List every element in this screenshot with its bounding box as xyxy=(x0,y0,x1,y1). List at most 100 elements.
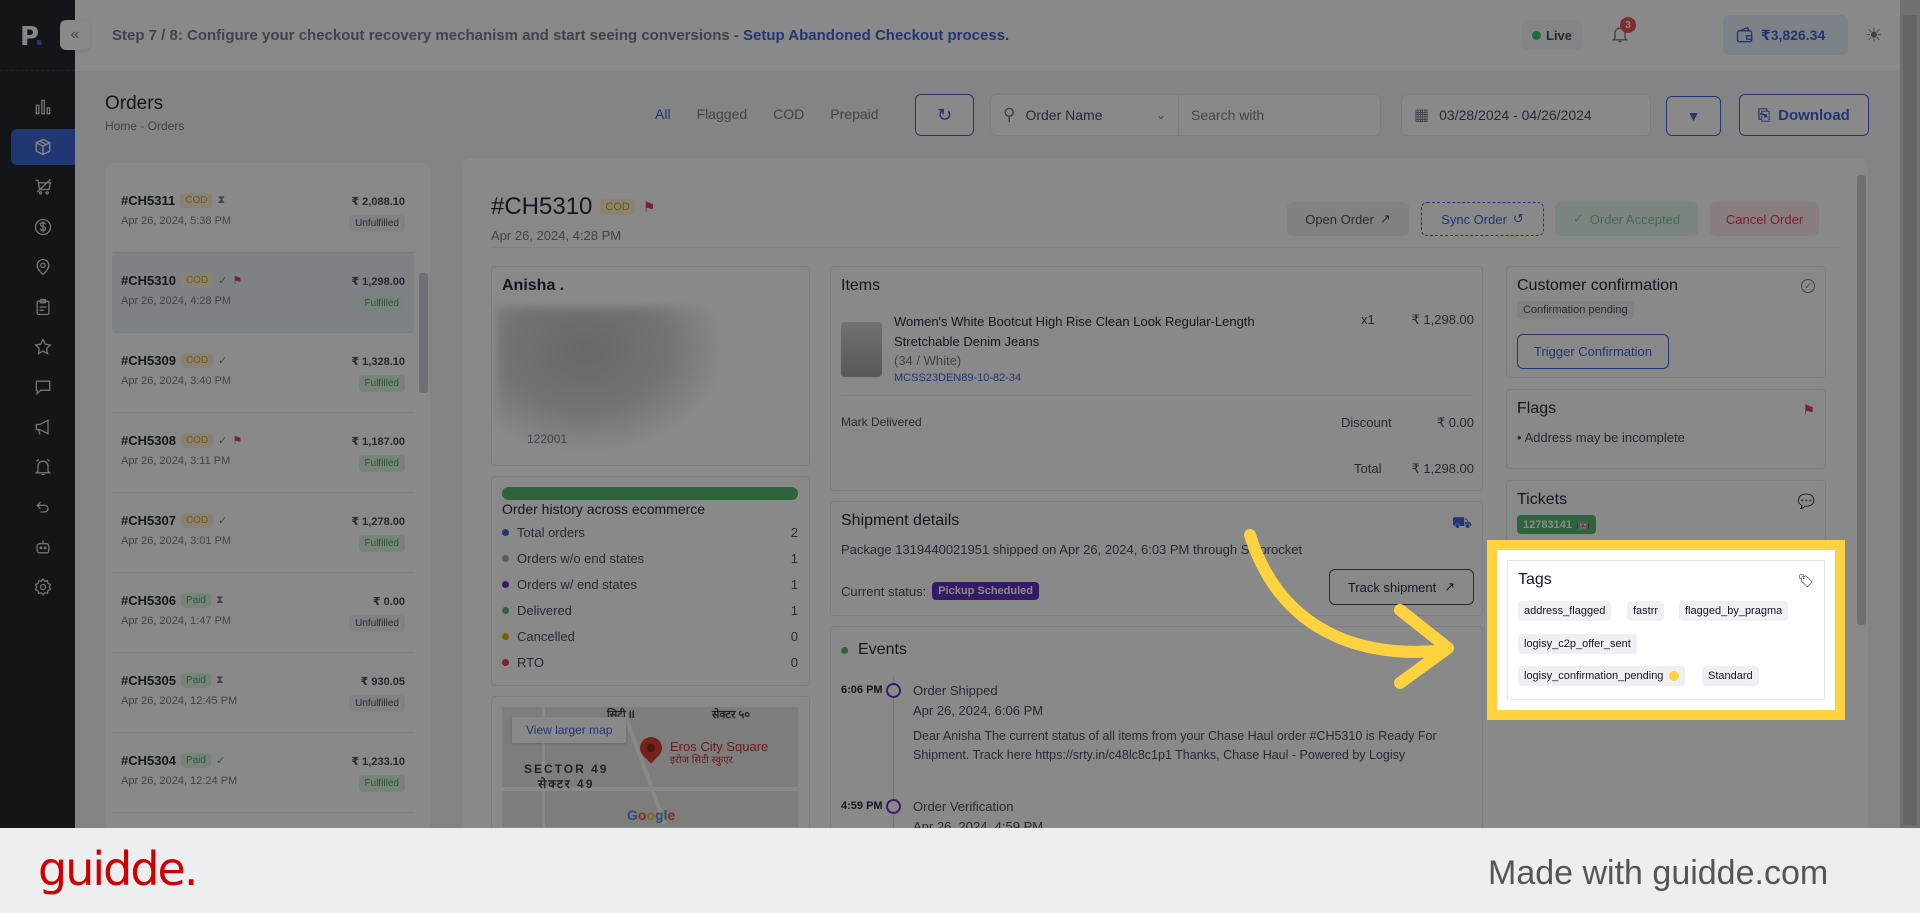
tag-chip[interactable]: logisy_c2p_offer_sent xyxy=(1518,634,1637,654)
tag-chip[interactable]: fastrr xyxy=(1627,601,1665,621)
customer-address-redacted xyxy=(497,307,717,447)
sidebar-item-reviews[interactable] xyxy=(11,329,75,365)
theme-toggle-sun-icon[interactable]: ☀ xyxy=(1863,25,1885,47)
open-order-button[interactable]: Open Order ↗ xyxy=(1287,202,1409,236)
order-date: Apr 26, 2024, 3:01 PM xyxy=(121,535,232,547)
tab-flagged[interactable]: Flagged xyxy=(697,106,748,122)
refresh-button[interactable]: ↻ xyxy=(915,94,974,136)
settings-gear-icon xyxy=(34,578,52,596)
order-list-item[interactable]: #CH5306 Paid ⧗ Apr 26, 2024, 1:47 PM ₹ 0.00 U… xyxy=(112,573,414,653)
product-name: Women's White Bootcut High Rise Clean Lo… xyxy=(894,314,1255,349)
order-date: Apr 26, 2024, 4:28 PM xyxy=(121,295,232,307)
fulfillment-badge: Fulfilled xyxy=(358,375,405,392)
wallet-balance-button[interactable]: ₹3,826.34 xyxy=(1723,15,1848,55)
bot-icon xyxy=(36,540,50,554)
order-list-item[interactable]: #CH5309 COD ✓ Apr 26, 2024, 3:40 PM ₹ 1,328.… xyxy=(112,333,414,413)
tag-chip[interactable]: logisy_confirmation_pending xyxy=(1518,666,1686,686)
order-history-bar xyxy=(502,487,798,500)
live-status-pill[interactable]: Live xyxy=(1522,20,1583,50)
view-larger-map-link[interactable]: View larger map xyxy=(512,717,627,743)
tab-all[interactable]: All xyxy=(655,106,671,122)
product-sku[interactable]: MCSS23DEN89-10-82-34 xyxy=(894,372,1021,384)
sidebar-item-alerts[interactable] xyxy=(11,449,75,485)
tab-cod[interactable]: COD xyxy=(773,106,804,122)
address-map-card: सिटी II सेक्टर ५० View larger map SECTOR… xyxy=(491,696,810,828)
filter-button[interactable]: ▼ xyxy=(1666,96,1721,136)
track-shipment-button[interactable]: Track shipment ↗ xyxy=(1329,569,1474,605)
collapse-sidebar-button[interactable]: « xyxy=(60,20,90,50)
order-list-item[interactable]: #CH5308 COD ✓ ⚑ Apr 26, 2024, 3:11 PM ₹ 1,187… xyxy=(112,413,414,493)
sidebar-item-payments[interactable] xyxy=(11,209,75,245)
page-scrollbar-thumb[interactable] xyxy=(1903,15,1917,825)
tag-chip[interactable]: address_flagged xyxy=(1518,601,1612,621)
order-id: #CH5307 COD ✓ xyxy=(121,513,228,528)
open-order-label: Open Order xyxy=(1305,211,1374,227)
sidebar-item-abandoned-cart[interactable] xyxy=(11,169,75,205)
page-scrollbar[interactable] xyxy=(1900,0,1920,828)
items-card: Items Women's White Bootcut High Rise Cl… xyxy=(830,266,1483,491)
external-link-icon: ↗ xyxy=(1444,579,1456,594)
order-history-row: Total orders 2 xyxy=(502,525,798,540)
external-link-icon: ↗ xyxy=(1379,211,1391,226)
sidebar-item-analytics[interactable] xyxy=(11,89,75,125)
sidebar-item-returns[interactable] xyxy=(11,489,75,525)
shipment-description: Package 1319440021951 shipped on Apr 26,… xyxy=(841,542,1303,557)
pending-dot-icon xyxy=(1669,671,1680,681)
sidebar-item-settings[interactable] xyxy=(11,569,75,605)
trigger-confirmation-button[interactable]: Trigger Confirmation xyxy=(1517,334,1669,369)
total-label: Total xyxy=(1354,461,1382,476)
mark-delivered-link[interactable]: Mark Delivered xyxy=(841,415,922,429)
step-description: Step 7 / 8: Configure your checkout reco… xyxy=(112,27,744,44)
detail-scrollbar[interactable] xyxy=(1857,175,1866,625)
sync-order-button[interactable]: Sync Order ↺ xyxy=(1421,202,1544,236)
sync-icon: ↺ xyxy=(1512,211,1524,226)
sidebar-item-locations[interactable] xyxy=(11,249,75,285)
location-pin-icon xyxy=(36,258,50,276)
search-input[interactable] xyxy=(1179,107,1369,123)
order-list-item[interactable]: #CH5305 Paid ⧗ Apr 26, 2024, 12:45 PM ₹ 930.… xyxy=(112,653,414,733)
cancel-order-button[interactable]: Cancel Order xyxy=(1710,202,1819,236)
star-icon xyxy=(34,337,52,355)
order-detail-title: #CH5310 COD ⚑ xyxy=(491,193,655,221)
setup-abandoned-checkout-link[interactable]: Setup Abandoned Checkout process. xyxy=(743,27,1009,44)
payment-badge: COD xyxy=(180,513,214,528)
order-list-item[interactable]: #CH5310 COD ✓ ⚑ Apr 26, 2024, 4:28 PM ₹ 1,298… xyxy=(112,253,414,333)
map-place-label: Eros City Square इरोज सिटी स्कुएर xyxy=(670,739,769,767)
product-thumbnail[interactable] xyxy=(841,322,882,377)
download-button[interactable]: ⎘ Download xyxy=(1739,94,1869,136)
events-card: Events 6:06 PM Order Shipped Apr 26, 202… xyxy=(830,626,1483,828)
check-icon: ✓ xyxy=(218,355,228,367)
event-date: Apr 26, 2024, 6:06 PM xyxy=(913,703,1044,718)
chat-icon xyxy=(35,380,51,396)
order-list-item[interactable]: #CH5307 COD ✓ Apr 26, 2024, 3:01 PM ₹ 1,278.… xyxy=(112,493,414,573)
ticket-badge[interactable]: 12783141 🤖 xyxy=(1517,515,1596,534)
order-list-item[interactable]: #CH5311 COD ⧗ Apr 26, 2024, 5:38 PM ₹ 2,088.… xyxy=(112,173,414,253)
orders-list-scrollbar[interactable] xyxy=(419,273,428,393)
fulfillment-badge: Fulfilled xyxy=(358,295,405,312)
order-id: #CH5304 Paid ✓ xyxy=(121,753,226,768)
orders-box-icon xyxy=(35,138,51,156)
product-price: ₹ 1,298.00 xyxy=(1411,312,1475,327)
order-id: #CH5306 Paid ⧗ xyxy=(121,593,224,608)
map[interactable]: सिटी II सेक्टर ५० View larger map SECTOR… xyxy=(502,707,798,827)
flag-icon: ⚑ xyxy=(232,435,243,447)
date-range-picker[interactable]: ▦ 03/28/2024 - 04/26/2024 xyxy=(1401,94,1651,136)
tag-chip[interactable]: Standard xyxy=(1702,666,1759,686)
app-logo[interactable]: P. xyxy=(20,22,44,52)
order-list-item[interactable]: #CH5304 Paid ✓ Apr 26, 2024, 12:24 PM ₹ 1,23… xyxy=(112,733,414,813)
tags-title: Tags xyxy=(1518,571,1552,588)
comments-icon: 💬 xyxy=(1797,493,1815,509)
tag-chip[interactable]: flagged_by_pragma xyxy=(1679,601,1789,621)
legend-dot-icon xyxy=(502,555,509,562)
sidebar-item-automation[interactable] xyxy=(11,529,75,565)
funnel-icon: ▼ xyxy=(1686,108,1701,124)
search-field-select[interactable]: ⚲ Order Name ⌄ xyxy=(991,95,1179,135)
sidebar-item-campaigns[interactable] xyxy=(11,409,75,445)
sidebar-item-orders[interactable] xyxy=(11,129,75,165)
sidebar-item-messages[interactable] xyxy=(11,369,75,405)
sidebar-item-reports[interactable] xyxy=(11,289,75,325)
order-accepted-button[interactable]: ✓ Order Accepted xyxy=(1555,202,1698,236)
history-label: Orders w/ end states xyxy=(517,577,637,592)
tab-prepaid[interactable]: Prepaid xyxy=(830,106,878,122)
event-time: 6:06 PM xyxy=(841,684,883,696)
